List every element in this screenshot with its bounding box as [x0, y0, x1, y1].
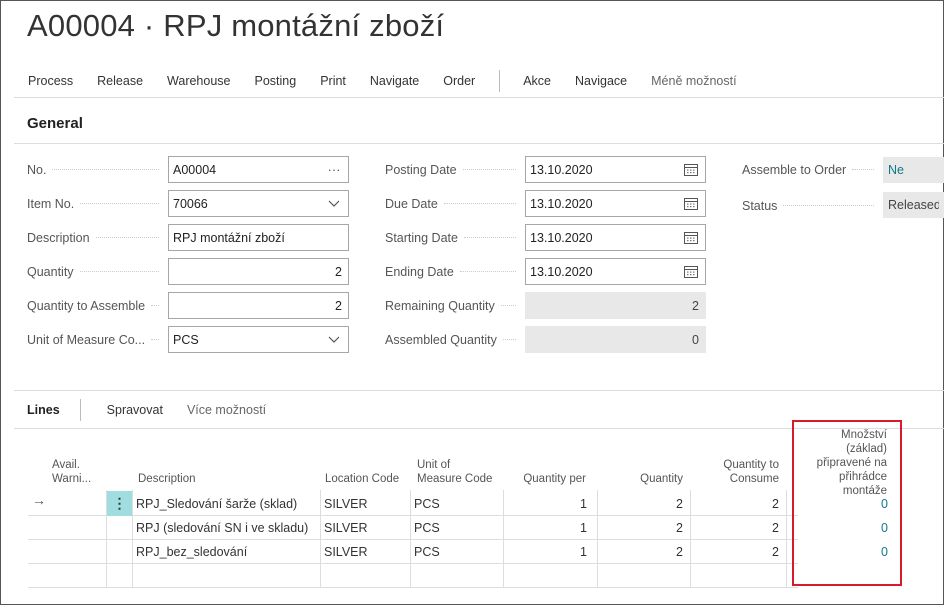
column-divider [503, 490, 504, 587]
column-divider [597, 490, 598, 587]
column-divider [320, 490, 321, 587]
action-process[interactable]: Process [28, 74, 73, 88]
calendar-icon[interactable] [681, 157, 701, 182]
assembled-quantity-field: 0 [525, 326, 706, 353]
table-cell-quantity-to-consume[interactable]: 2 [694, 540, 779, 564]
action-release[interactable]: Release [97, 74, 143, 88]
page-title: A00004 · RPJ montážní zboží [27, 8, 445, 43]
column-header-quantity-to-consume[interactable]: Quantity to Consume [715, 458, 779, 486]
more-icon[interactable]: ··· [324, 157, 344, 182]
unit-of-measure-field[interactable]: PCS [168, 326, 349, 353]
remaining-quantity-field: 2 [525, 292, 706, 319]
column-header-unit-of-measure[interactable]: Unit of Measure Code [417, 458, 497, 486]
current-row-arrow-icon: → [32, 492, 46, 508]
table-cell-quantity-to-consume[interactable]: 2 [694, 516, 779, 540]
field-label-no: No. [27, 156, 165, 183]
row-divider [28, 587, 798, 588]
table-cell-qty-picked-base[interactable]: 0 [800, 540, 888, 564]
column-header-location-code[interactable]: Location Code [325, 472, 415, 486]
table-cell-description[interactable]: RPJ_Sledování šarže (sklad) [136, 492, 316, 516]
lines-action-bar: Lines Spravovat Více možností [27, 399, 290, 421]
section-title-general[interactable]: General [27, 115, 83, 132]
table-cell-quantity-to-consume[interactable]: 2 [694, 492, 779, 516]
quantity-to-assemble-field[interactable]: 2 [168, 292, 349, 319]
column-divider [786, 490, 787, 587]
item-no-field[interactable]: 70066 [168, 190, 349, 217]
field-label-assembled-quantity: Assembled Quantity [385, 326, 522, 353]
description-field[interactable]: RPJ montážní zboží [168, 224, 349, 251]
action-navigace[interactable]: Navigace [575, 74, 627, 88]
status-field: Released [883, 192, 944, 218]
less-options-button[interactable]: Méně možností [651, 74, 736, 88]
action-bar: Process Release Warehouse Posting Print … [28, 70, 761, 92]
row-actions-icon[interactable]: ⋮ [107, 491, 132, 516]
table-cell-location-code[interactable]: SILVER [324, 492, 408, 516]
column-header-description[interactable]: Description [138, 472, 298, 486]
table-cell-description[interactable]: RPJ_bez_sledování [136, 540, 316, 564]
table-cell-quantity[interactable]: 2 [601, 516, 683, 540]
table-cell-quantity-per[interactable]: 1 [507, 540, 587, 564]
table-cell-quantity[interactable]: 2 [601, 540, 683, 564]
field-label-posting-date: Posting Date [385, 156, 522, 183]
column-header-avail-warning[interactable]: Avail. Warni... [52, 458, 104, 486]
table-cell-quantity[interactable]: 2 [601, 492, 683, 516]
column-divider [690, 490, 691, 587]
divider [14, 143, 944, 144]
table-cell-unit[interactable]: PCS [414, 492, 500, 516]
table-cell-qty-picked-base[interactable]: 0 [800, 492, 888, 516]
table-cell-description[interactable]: RPJ (sledování SN i ve skladu) [136, 516, 318, 540]
field-label-quantity-to-assemble: Quantity to Assemble [27, 292, 165, 319]
table-cell-location-code[interactable]: SILVER [324, 540, 408, 564]
column-divider [410, 490, 411, 587]
table-cell-quantity-per[interactable]: 1 [507, 492, 587, 516]
action-print[interactable]: Print [320, 74, 346, 88]
column-divider [132, 490, 133, 587]
field-label-remaining-quantity: Remaining Quantity [385, 292, 522, 319]
calendar-icon[interactable] [681, 225, 701, 250]
action-navigate[interactable]: Navigate [370, 74, 419, 88]
field-label-item-no: Item No. [27, 190, 165, 217]
column-header-quantity[interactable]: Quantity [600, 472, 683, 486]
field-label-quantity: Quantity [27, 258, 165, 285]
action-posting[interactable]: Posting [255, 74, 297, 88]
lines-title[interactable]: Lines [27, 403, 60, 417]
column-header-qty-picked-base[interactable]: Množství (základ) připravené na přihrádc… [799, 428, 887, 498]
field-label-assemble-to-order: Assemble to Order [742, 156, 880, 183]
calendar-icon[interactable] [681, 191, 701, 216]
assemble-to-order-field[interactable]: Ne [883, 157, 944, 183]
posting-date-field[interactable]: 13.10.2020 [525, 156, 706, 183]
action-spravovat[interactable]: Spravovat [107, 403, 163, 417]
action-separator [499, 70, 501, 92]
field-label-description: Description [27, 224, 165, 251]
column-header-quantity-per[interactable]: Quantity per [505, 472, 586, 486]
starting-date-field[interactable]: 13.10.2020 [525, 224, 706, 251]
field-label-status: Status [742, 192, 880, 219]
no-field[interactable]: A00004 ··· [168, 156, 349, 183]
action-akce[interactable]: Akce [523, 74, 551, 88]
table-cell-unit[interactable]: PCS [414, 540, 500, 564]
table-cell-location-code[interactable]: SILVER [324, 516, 408, 540]
action-order[interactable]: Order [443, 74, 475, 88]
field-label-unit-of-measure: Unit of Measure Co... [27, 326, 165, 353]
table-cell-qty-picked-base[interactable]: 0 [800, 516, 888, 540]
quantity-field[interactable]: 2 [168, 258, 349, 285]
ending-date-field[interactable]: 13.10.2020 [525, 258, 706, 285]
field-label-starting-date: Starting Date [385, 224, 522, 251]
action-warehouse[interactable]: Warehouse [167, 74, 230, 88]
field-label-ending-date: Ending Date [385, 258, 522, 285]
due-date-field[interactable]: 13.10.2020 [525, 190, 706, 217]
chevron-down-icon[interactable] [324, 191, 344, 216]
chevron-down-icon[interactable] [324, 327, 344, 352]
calendar-icon[interactable] [681, 259, 701, 284]
action-separator [79, 399, 81, 421]
divider [14, 390, 944, 391]
more-options-button[interactable]: Více možností [187, 403, 266, 417]
table-cell-quantity-per[interactable]: 1 [507, 516, 587, 540]
table-cell-unit[interactable]: PCS [414, 516, 500, 540]
divider [14, 97, 944, 98]
field-label-due-date: Due Date [385, 190, 522, 217]
